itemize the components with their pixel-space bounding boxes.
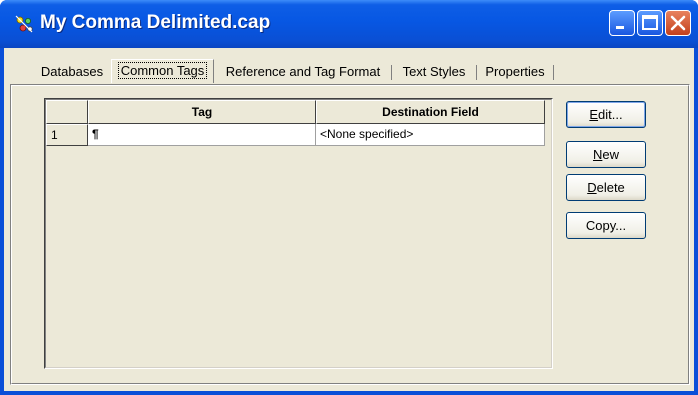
close-button[interactable] bbox=[665, 10, 691, 36]
maximize-button[interactable] bbox=[637, 10, 663, 36]
edit-mnemonic: E bbox=[589, 107, 599, 122]
grid-corner-header[interactable] bbox=[46, 100, 88, 124]
row-header[interactable]: 1 bbox=[46, 124, 88, 146]
tab-text-styles[interactable]: Text Styles bbox=[395, 61, 473, 83]
tab-separator bbox=[476, 65, 477, 80]
tab-properties[interactable]: Properties bbox=[480, 61, 550, 83]
table-cell-tag[interactable]: ¶ bbox=[88, 124, 316, 146]
delete-button[interactable]: Delete bbox=[566, 174, 646, 201]
close-icon bbox=[670, 15, 686, 31]
delete-mnemonic: D bbox=[587, 180, 597, 195]
new-label: ew bbox=[602, 147, 619, 162]
delete-label: elete bbox=[596, 180, 625, 195]
new-button[interactable]: New bbox=[566, 141, 646, 168]
title-bar[interactable]: My Comma Delimited.cap bbox=[0, 0, 698, 48]
tab-databases[interactable]: Databases bbox=[36, 61, 108, 83]
tab-common-tags[interactable]: Common Tags bbox=[111, 59, 214, 83]
copy-button[interactable]: Copy... bbox=[566, 212, 646, 239]
column-header-destination-field[interactable]: Destination Field bbox=[316, 100, 545, 124]
minimize-icon bbox=[616, 26, 624, 29]
window-title: My Comma Delimited.cap bbox=[40, 12, 271, 33]
dialog-client-area: Databases Common Tags Reference and Tag … bbox=[4, 48, 694, 391]
tab-separator bbox=[391, 65, 392, 80]
tab-separator bbox=[553, 65, 554, 80]
edit-label: dit... bbox=[598, 107, 623, 122]
app-sparkle-icon bbox=[15, 15, 33, 33]
tab-reference-and-tag-format[interactable]: Reference and Tag Format bbox=[218, 61, 388, 83]
maximize-icon bbox=[642, 15, 658, 30]
tab-common-tags-label: Common Tags bbox=[117, 62, 208, 79]
table-cell-destination[interactable]: <None specified> bbox=[316, 124, 545, 146]
tags-grid[interactable]: Tag Destination Field 1 ¶ <None specifie… bbox=[44, 98, 553, 369]
new-mnemonic: N bbox=[592, 147, 603, 162]
edit-button[interactable]: Edit... bbox=[566, 101, 646, 128]
column-header-tag[interactable]: Tag bbox=[88, 100, 316, 124]
app-window: My Comma Delimited.cap Databases Common … bbox=[0, 0, 698, 395]
minimize-button[interactable] bbox=[609, 10, 635, 36]
